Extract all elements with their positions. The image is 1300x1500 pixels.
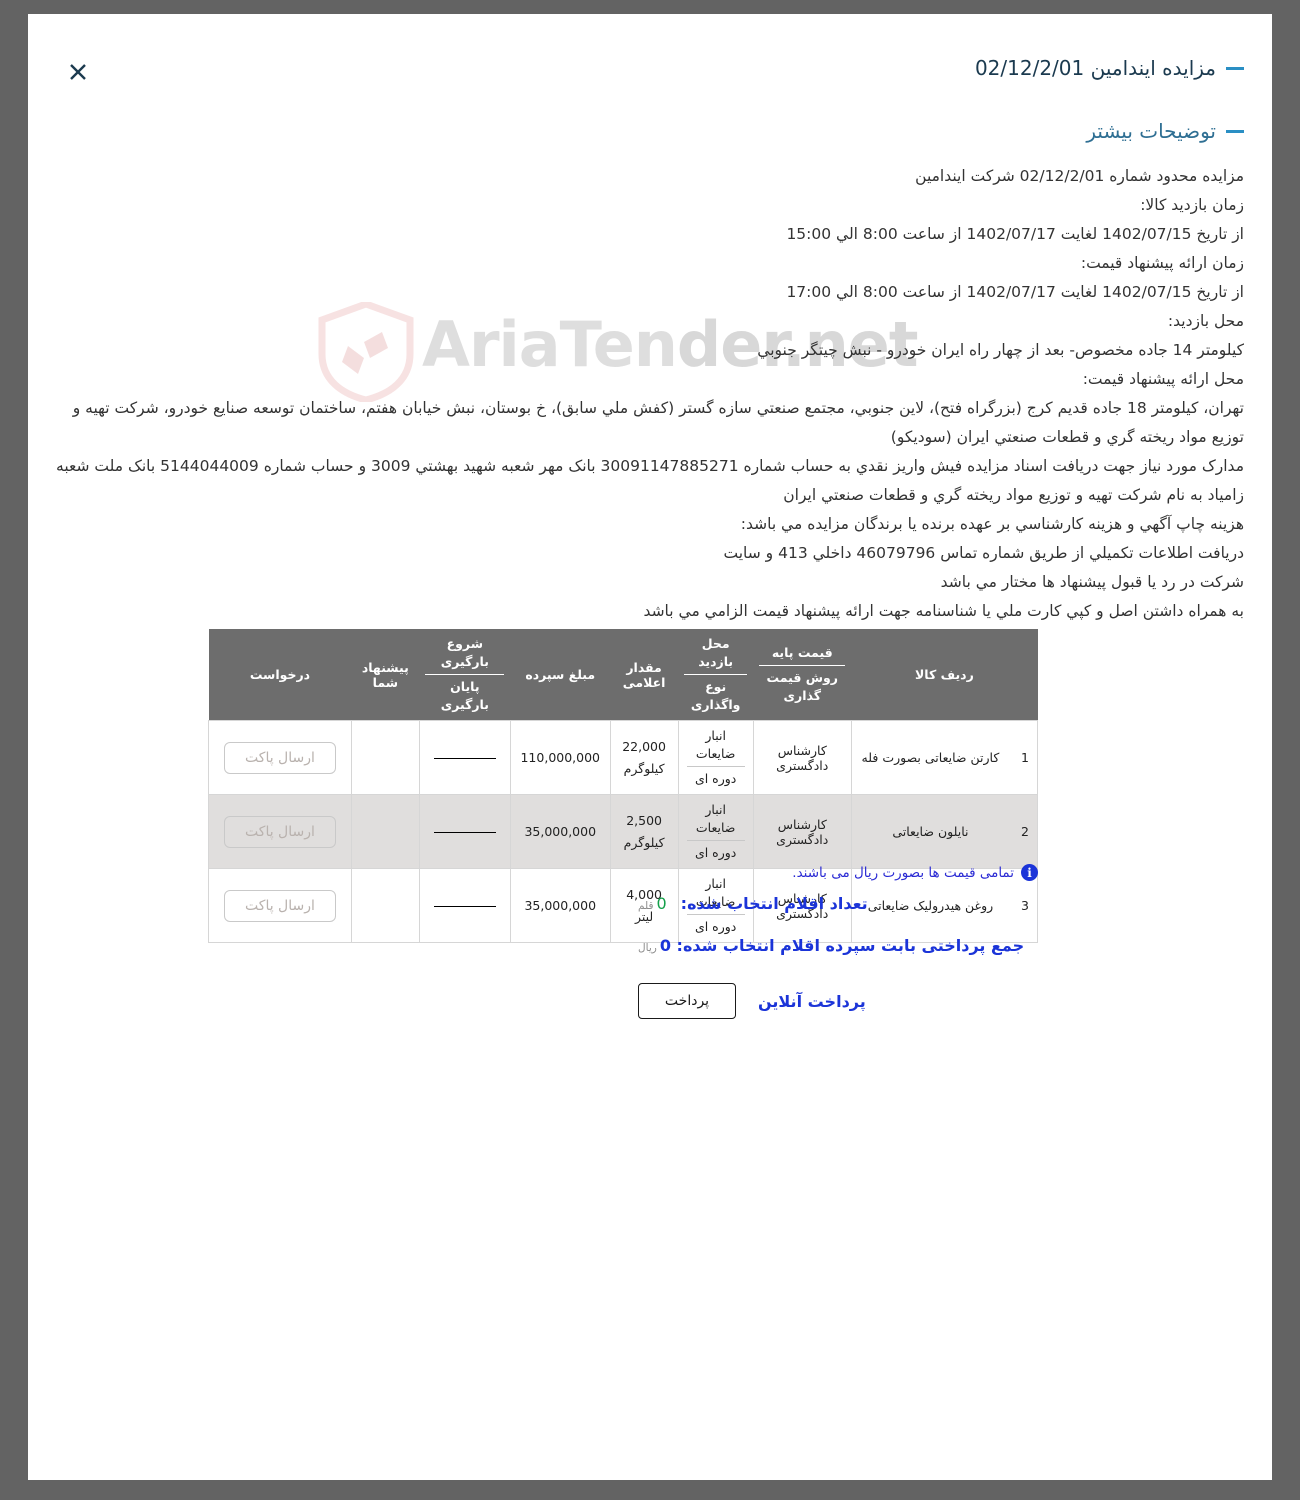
cell-visit-place-bottom: دوره ای [694,771,737,786]
col-loading-end: پایان بارگیری [440,679,489,712]
cell-row-num: 2 [1021,824,1029,839]
send-envelope-button[interactable]: ارسال پاکت [223,815,336,848]
description-line: محل بازدید: [1167,312,1244,330]
cell-your-offer[interactable] [350,720,420,795]
online-payment-row: پرداخت آنلاین پرداخت [638,978,1038,1024]
send-envelope-button[interactable]: ارسال پاکت [223,889,336,922]
divider [759,665,846,666]
cell-loading [418,720,511,795]
summary-block: تعداد اقلام انتخاب شده: 0 قلم جمع پرداخت… [638,894,1038,1024]
cell-declared-amount: 22,000 کیلوگرم [609,720,679,795]
cell-amount-value: 22,000 [622,738,666,754]
selected-count-unit: قلم [638,900,654,912]
description-line: مدارک مورد نیاز جهت دریافت اسناد مزایده … [56,457,1244,504]
description-line: مزایده محدود شماره 02/12/2/01 شرکت ایندا… [915,167,1244,185]
send-envelope-button[interactable]: ارسال پاکت [223,741,336,774]
more-details-heading: توضیحات بیشتر [1086,119,1244,143]
col-loading-start: شروع بارگیری [440,636,489,669]
col-request: درخواست [208,629,352,721]
pay-button[interactable]: پرداخت [638,983,736,1019]
selected-count-row: تعداد اقلام انتخاب شده: 0 قلم [638,894,1038,936]
col-your-offer: پیشنهاد شما [351,629,420,721]
divider [686,840,745,841]
divider [425,674,505,675]
total-deposit-unit: ریال [638,942,657,954]
cell-visit-place-top: انبار ضایعات [695,802,736,835]
col-deposit-amount: مبلغ سپرده [510,629,611,721]
col-visit-place-bottom: نوع واگذاری [690,679,741,712]
cell-goods-label: نایلون ضایعاتی [892,824,969,839]
cell-base-price: کارشناس دادگستری [752,720,852,795]
empty-dash [433,832,496,833]
cell-declared-amount: 2,500 کیلوگرم [609,794,679,869]
table-header-row: ردیف کالا قیمت پایه روش قیمت گذاری محل ب… [208,629,1038,721]
dash-icon [1226,66,1244,70]
divider [684,674,748,675]
selected-count-label: تعداد اقلام انتخاب شده: [680,894,868,913]
cell-amount-value: 2,500 [626,812,662,828]
description-line: تهران، کیلومتر 18 جاده قدیم کرج (بزرگراه… [72,399,1244,446]
empty-dash [433,758,496,759]
col-visit-place-top: محل بازدید [698,636,734,669]
col-base-price-top: قیمت پایه [771,645,833,660]
description-line: شرکت در رد یا قبول پیشنهاد ها مختار مي ب… [940,573,1244,591]
cell-deposit: 35,000,000 [509,868,611,943]
online-payment-label[interactable]: پرداخت آنلاین [758,992,1038,1011]
cell-visit-place: انبار ضایعات دوره ای [677,794,754,869]
col-visit-place: محل بازدید نوع واگذاری [678,629,754,721]
more-details-text: توضیحات بیشتر [1086,119,1216,143]
description-line: از تاریخ 1402/07/15 لغایت 1402/07/17 از … [786,225,1244,243]
cell-goods-label: کارتن ضایعاتی بصورت فله [861,750,1000,765]
description-line: هزینه چاپ آگهي و هزینه کارشناسي بر عهده … [740,515,1244,533]
price-currency-note: i تمامی قیمت ها بصورت ریال می باشند. [792,864,1038,881]
description-line: زمان ارائه پیشنهاد قیمت: [1080,254,1244,272]
cell-amount-unit: کیلوگرم [623,834,665,850]
table-row: 2 نایلون ضایعاتی کارشناس دادگستری انبار … [208,794,1039,869]
description-line: زمان بازدید کالا: [1140,196,1244,214]
description-line: کیلومتر 14 جاده مخصوص- بعد از چهار راه ا… [757,341,1244,359]
cell-loading [418,794,511,869]
cell-row-num: 1 [1021,750,1029,765]
cell-loading [418,868,511,943]
col-loading: شروع بارگیری پایان بارگیری [419,629,511,721]
description-block: مزایده محدود شماره 02/12/2/01 شرکت ایندا… [56,162,1244,626]
description-line: از تاریخ 1402/07/15 لغایت 1402/07/17 از … [786,283,1244,301]
table-row: 1 کارتن ضایعاتی بصورت فله کارشناس دادگست… [208,720,1039,795]
col-row-goods: ردیف کالا [851,629,1038,721]
total-deposit-label: جمع پرداختی بابت سپرده اقلام انتخاب شده:… [659,936,1025,955]
close-icon[interactable] [64,58,92,86]
cell-deposit: 110,000,000 [509,720,611,795]
cell-your-offer[interactable] [350,794,420,869]
cell-deposit: 35,000,000 [509,794,611,869]
cell-your-offer[interactable] [350,868,420,943]
divider [686,766,745,767]
description-line: محل ارائه پیشنهاد قیمت: [1082,370,1244,388]
cell-visit-place-bottom: دوره ای [694,845,737,860]
col-base-price: قیمت پایه روش قیمت گذاری [753,629,852,721]
auction-detail-modal: AriaTender.net مزایده ایندامین 02/12/2/0… [28,14,1272,1480]
cell-goods: 2 نایلون ضایعاتی [850,794,1039,869]
bid-table-head: ردیف کالا قیمت پایه روش قیمت گذاری محل ب… [208,629,1038,721]
empty-dash [433,906,496,907]
selected-count-value: 0 [656,894,667,913]
cell-visit-place-top: انبار ضایعات [695,728,736,761]
description-line: به همراه داشتن اصل و کپي کارت ملي یا شنا… [643,602,1244,620]
cell-request: ارسال پاکت [208,794,352,869]
price-note-text: تمامی قیمت ها بصورت ریال می باشند. [792,864,1014,881]
cell-goods: 1 کارتن ضایعاتی بصورت فله [850,720,1039,795]
col-declared-amount: مقدار اعلامی [610,629,679,721]
col-base-price-bottom: روش قیمت گذاری [766,670,838,703]
cell-amount-unit: کیلوگرم [623,760,665,776]
cell-request: ارسال پاکت [208,720,352,795]
cell-base-price: کارشناس دادگستری [752,794,852,869]
total-deposit-row: جمع پرداختی بابت سپرده اقلام انتخاب شده:… [638,936,1038,978]
dash-icon [1226,129,1244,133]
cell-request: ارسال پاکت [208,868,352,943]
description-line: دریافت اطلاعات تکمیلي از طریق شماره تماس… [723,544,1244,562]
page-title: مزایده ایندامین 02/12/2/01 [975,56,1244,80]
cell-visit-place: انبار ضایعات دوره ای [677,720,754,795]
modal-title-text: مزایده ایندامین 02/12/2/01 [974,56,1216,80]
info-icon: i [1021,864,1038,881]
